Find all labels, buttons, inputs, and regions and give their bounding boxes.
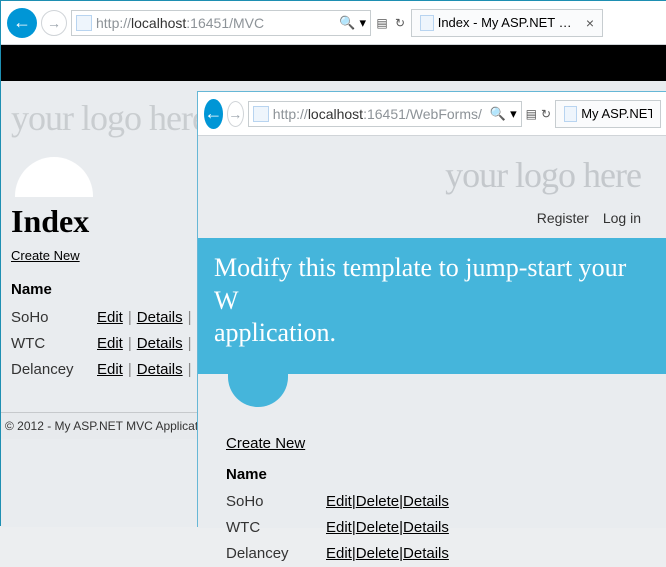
black-nav-bar [1,45,666,81]
search-icon[interactable]: 🔍 [490,106,506,122]
address-bar[interactable]: http://localhost:16451/WebForms/ 🔍 ▾ [248,101,522,127]
data-table: Create New Name SoHo Edit| Delete| Detai… [198,407,666,567]
name-cell: SoHo [226,493,326,510]
edit-link[interactable]: Edit [97,361,123,378]
column-header: Name [226,466,647,483]
edit-link[interactable]: Edit [326,519,352,536]
table-row: WTC Edit| Delete| Details [226,515,647,541]
browser-window-front: ← → http://localhost:16451/WebForms/ 🔍 ▾… [197,91,666,527]
details-link[interactable]: Details [137,335,183,352]
edit-link[interactable]: Edit [326,493,352,510]
refresh-icon[interactable]: ↻ [541,107,551,121]
back-button[interactable]: ← [7,8,37,38]
browser-tab[interactable]: Index - My ASP.NET MVC A... × [411,9,603,37]
details-link[interactable]: Details [403,545,449,562]
name-cell: Delancey [226,545,326,562]
browser-tab[interactable]: My ASP.NET M [555,100,661,128]
name-cell: SoHo [11,309,97,326]
compat-icon[interactable]: ▤ [375,16,389,30]
delete-link[interactable]: Delete [356,519,399,536]
back-button[interactable]: ← [204,99,223,129]
browser-chrome: ← → http://localhost:16451/MVC 🔍 ▾ ▤ ↻ I… [1,1,666,45]
name-cell: WTC [11,335,97,352]
refresh-icon[interactable]: ↻ [393,16,407,30]
details-link[interactable]: Details [137,309,183,326]
login-link[interactable]: Log in [603,210,641,226]
hero-banner: Modify this template to jump-start your … [198,238,666,374]
address-bar[interactable]: http://localhost:16451/MVC 🔍 ▾ [71,10,371,36]
table-row: Delancey Edit| Delete| Details [226,541,647,567]
delete-link[interactable]: Delete [356,545,399,562]
details-link[interactable]: Details [403,493,449,510]
browser-chrome: ← → http://localhost:16451/WebForms/ 🔍 ▾… [198,92,666,136]
name-cell: Delancey [11,361,97,378]
edit-link[interactable]: Edit [97,335,123,352]
page-content: your logo here Register Log in Modify th… [198,136,666,528]
forward-button[interactable]: → [41,10,67,36]
create-new-link[interactable]: Create New [226,435,305,452]
create-new-link[interactable]: Create New [11,248,80,263]
tab-title: Index - My ASP.NET MVC A... [438,15,582,30]
tab-title: My ASP.NET M [581,106,652,121]
edit-link[interactable]: Edit [326,545,352,562]
logo-text: your logo here [445,154,641,196]
page-icon [76,15,92,31]
details-link[interactable]: Details [403,519,449,536]
decorative-bubble [15,157,93,197]
url-text: http://localhost:16451/MVC [96,15,264,31]
details-link[interactable]: Details [137,361,183,378]
decorative-bubble [228,373,288,407]
delete-link[interactable]: Delete [356,493,399,510]
url-text: http://localhost:16451/WebForms/ [273,106,482,122]
auth-links: Register Log in [537,210,641,226]
page-icon [420,15,434,31]
register-link[interactable]: Register [537,210,589,226]
page-icon [564,106,577,122]
compat-icon[interactable]: ▤ [526,107,537,121]
name-cell: WTC [226,519,326,536]
close-icon[interactable]: × [586,15,594,31]
page-icon [253,106,269,122]
forward-button[interactable]: → [227,101,244,127]
search-icon[interactable]: 🔍 [339,15,355,31]
table-row: SoHo Edit| Delete| Details [226,489,647,515]
edit-link[interactable]: Edit [97,309,123,326]
